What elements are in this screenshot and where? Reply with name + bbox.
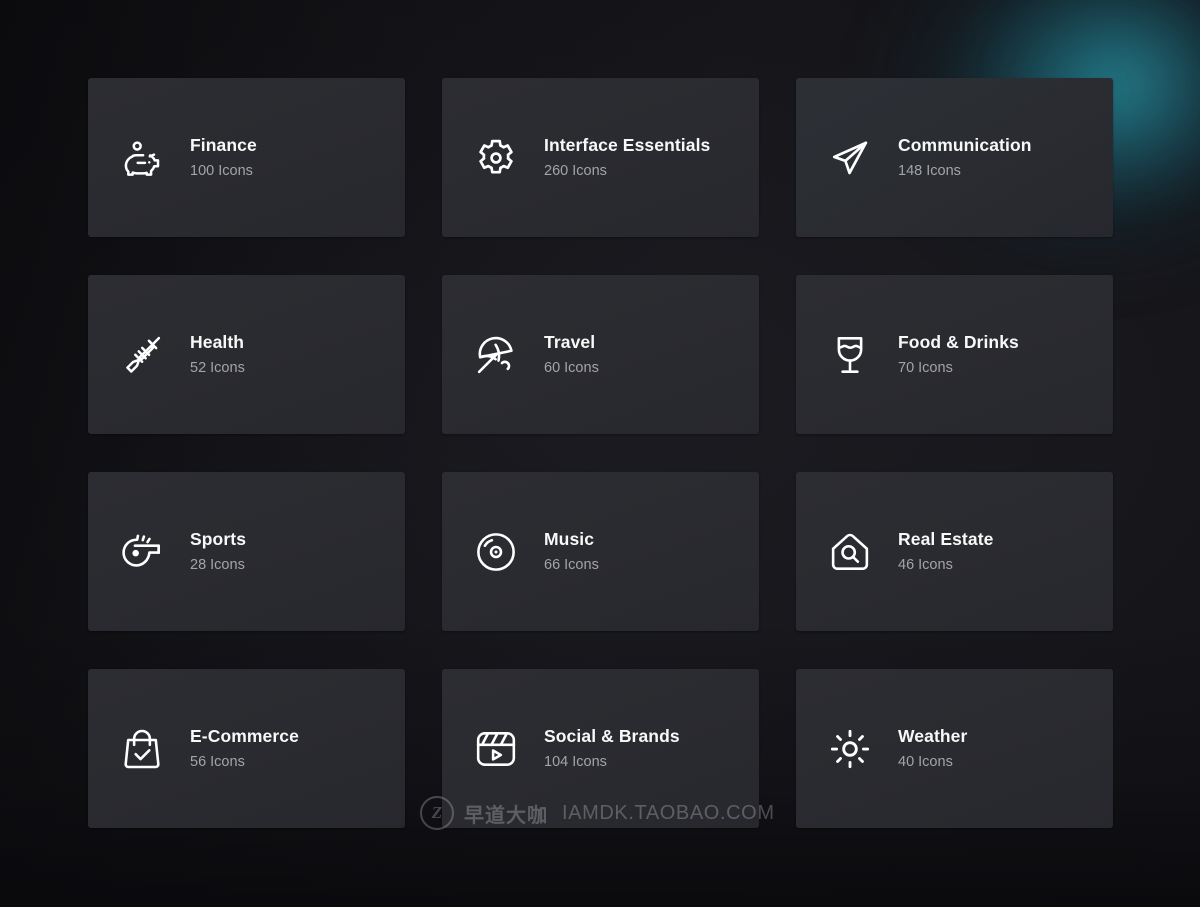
card-content: Real Estate 46 Icons	[796, 526, 993, 578]
card-title: Communication	[898, 135, 1032, 157]
shopping-bag-check-icon	[116, 723, 168, 775]
card-title: Sports	[190, 529, 246, 551]
card-title: Real Estate	[898, 529, 993, 551]
category-card-social-brands[interactable]: Social & Brands 104 Icons	[442, 669, 759, 828]
card-title: Music	[544, 529, 599, 551]
card-icon-count: 100 Icons	[190, 162, 257, 180]
card-content: Communication 148 Icons	[796, 132, 1032, 184]
card-icon-count: 56 Icons	[190, 753, 299, 771]
compact-disc-icon	[470, 526, 522, 578]
card-text: Sports 28 Icons	[190, 529, 246, 574]
video-reel-play-icon	[470, 723, 522, 775]
card-content: Travel 60 Icons	[442, 329, 599, 381]
card-content: Food & Drinks 70 Icons	[796, 329, 1019, 381]
card-title: Travel	[544, 332, 599, 354]
category-card-real-estate[interactable]: Real Estate 46 Icons	[796, 472, 1113, 631]
card-content: Interface Essentials 260 Icons	[442, 132, 710, 184]
category-card-travel[interactable]: Travel 60 Icons	[442, 275, 759, 434]
whistle-icon	[116, 526, 168, 578]
card-icon-count: 60 Icons	[544, 359, 599, 377]
category-card-health[interactable]: Health 52 Icons	[88, 275, 405, 434]
house-search-icon	[824, 526, 876, 578]
card-text: Health 52 Icons	[190, 332, 245, 377]
sun-icon	[824, 723, 876, 775]
card-text: Weather 40 Icons	[898, 726, 967, 771]
syringe-icon	[116, 329, 168, 381]
card-text: Finance 100 Icons	[190, 135, 257, 180]
beach-umbrella-icon	[470, 329, 522, 381]
card-icon-count: 52 Icons	[190, 359, 245, 377]
category-card-communication[interactable]: Communication 148 Icons	[796, 78, 1113, 237]
category-card-music[interactable]: Music 66 Icons	[442, 472, 759, 631]
card-content: Social & Brands 104 Icons	[442, 723, 680, 775]
card-title: E-Commerce	[190, 726, 299, 748]
card-title: Finance	[190, 135, 257, 157]
card-content: E-Commerce 56 Icons	[88, 723, 299, 775]
card-icon-count: 28 Icons	[190, 556, 246, 574]
card-title: Interface Essentials	[544, 135, 710, 157]
card-content: Music 66 Icons	[442, 526, 599, 578]
category-card-food-drinks[interactable]: Food & Drinks 70 Icons	[796, 275, 1113, 434]
card-text: Travel 60 Icons	[544, 332, 599, 377]
piggy-bank-icon	[116, 132, 168, 184]
gear-icon	[470, 132, 522, 184]
card-text: Social & Brands 104 Icons	[544, 726, 680, 771]
card-icon-count: 260 Icons	[544, 162, 710, 180]
card-title: Food & Drinks	[898, 332, 1019, 354]
card-icon-count: 46 Icons	[898, 556, 993, 574]
card-text: Real Estate 46 Icons	[898, 529, 993, 574]
card-text: E-Commerce 56 Icons	[190, 726, 299, 771]
category-card-sports[interactable]: Sports 28 Icons	[88, 472, 405, 631]
card-icon-count: 66 Icons	[544, 556, 599, 574]
paper-plane-icon	[824, 132, 876, 184]
category-card-e-commerce[interactable]: E-Commerce 56 Icons	[88, 669, 405, 828]
card-icon-count: 40 Icons	[898, 753, 967, 771]
card-title: Weather	[898, 726, 967, 748]
card-text: Food & Drinks 70 Icons	[898, 332, 1019, 377]
card-icon-count: 148 Icons	[898, 162, 1032, 180]
card-text: Interface Essentials 260 Icons	[544, 135, 710, 180]
card-text: Music 66 Icons	[544, 529, 599, 574]
category-card-interface-essentials[interactable]: Interface Essentials 260 Icons	[442, 78, 759, 237]
card-content: Weather 40 Icons	[796, 723, 967, 775]
card-content: Health 52 Icons	[88, 329, 245, 381]
screenshot-root: Finance 100 Icons Interface Essentials 2…	[0, 0, 1200, 907]
card-icon-count: 70 Icons	[898, 359, 1019, 377]
wine-glass-icon	[824, 329, 876, 381]
category-card-weather[interactable]: Weather 40 Icons	[796, 669, 1113, 828]
card-text: Communication 148 Icons	[898, 135, 1032, 180]
category-card-grid: Finance 100 Icons Interface Essentials 2…	[88, 78, 1113, 828]
card-icon-count: 104 Icons	[544, 753, 680, 771]
category-card-finance[interactable]: Finance 100 Icons	[88, 78, 405, 237]
card-title: Social & Brands	[544, 726, 680, 748]
card-content: Finance 100 Icons	[88, 132, 257, 184]
card-content: Sports 28 Icons	[88, 526, 246, 578]
card-title: Health	[190, 332, 245, 354]
